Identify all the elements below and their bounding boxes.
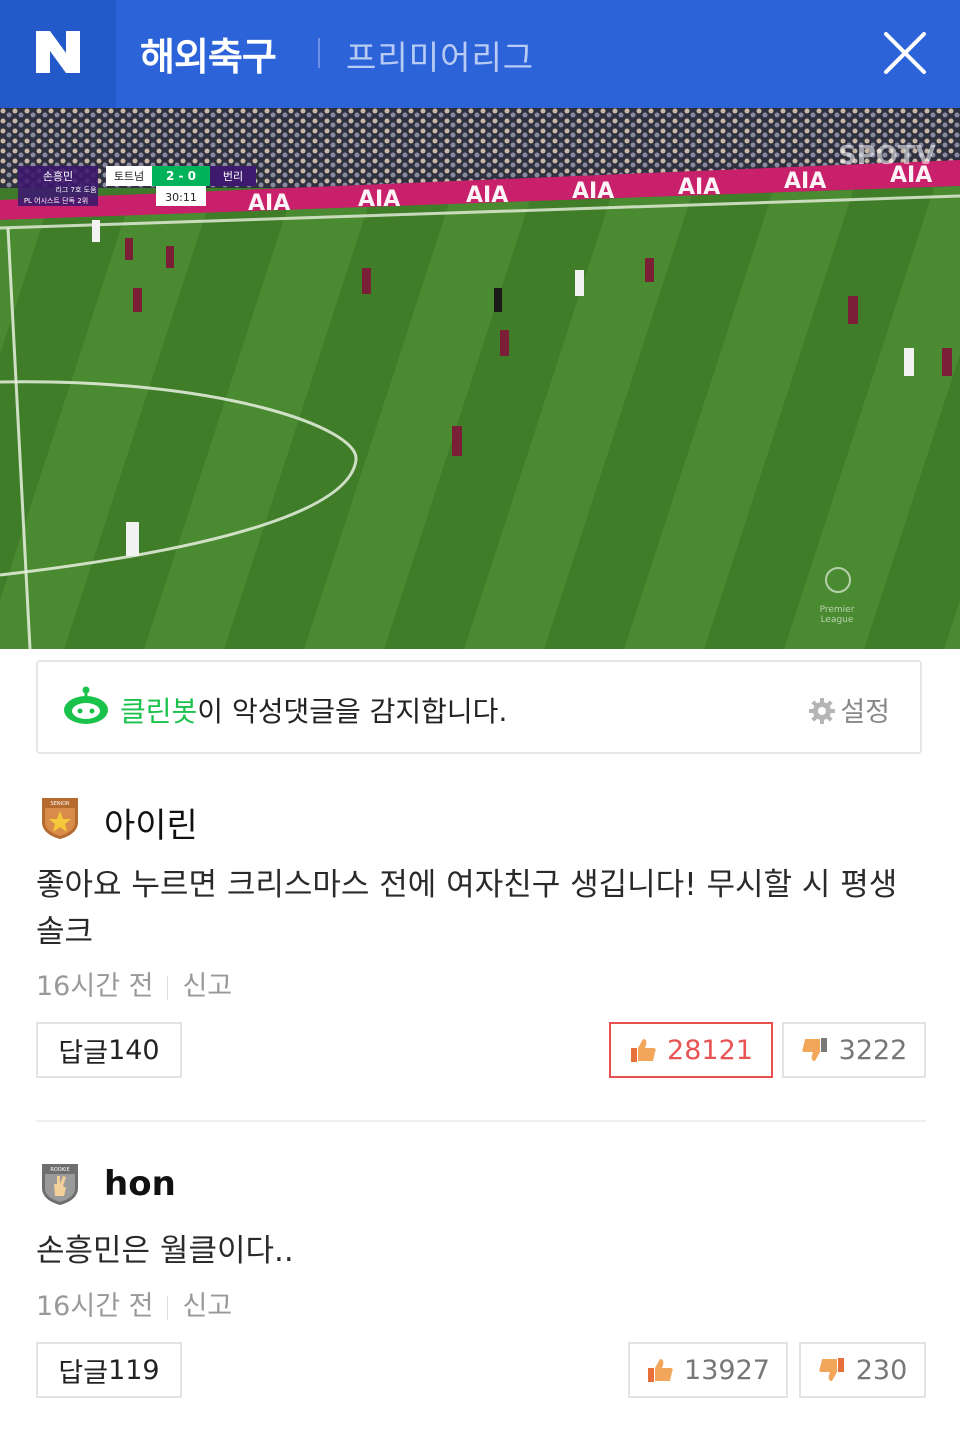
senior-star-badge-icon: SENIOR xyxy=(42,798,78,839)
meta-divider xyxy=(167,1296,169,1320)
dislike-count: 230 xyxy=(855,1354,908,1386)
ad-board-text: AIA xyxy=(784,169,826,194)
cleanbot-text: 이 악성댓글을 감지합니다. xyxy=(197,695,508,728)
comment-time: 16시간 전 xyxy=(36,971,154,1002)
scoreboard-player: 손흥민 xyxy=(43,169,73,183)
ad-board-text: AIA xyxy=(572,179,614,204)
reply-label: 답글 xyxy=(58,1357,109,1389)
header-divider xyxy=(318,38,320,68)
scoreboard-player-note-2: PL 어시스트 단독 2위 xyxy=(24,196,88,205)
comment-divider xyxy=(36,1120,926,1122)
section-title[interactable]: 해외축구 xyxy=(140,26,277,81)
cleanbot-name: 클린봇 xyxy=(120,695,198,728)
scoreboard-score: 2 - 0 xyxy=(166,169,196,183)
naver-n-icon xyxy=(36,31,80,73)
ad-board-text: AIA xyxy=(248,191,290,216)
comment-text: 좋아요 누르면 크리스마스 전에 여자친구 생깁니다! 무시할 시 평생 솔크 xyxy=(36,867,898,950)
settings-label: 설정 xyxy=(840,697,890,728)
comment-time: 16시간 전 xyxy=(36,1291,154,1322)
comment-username[interactable]: hon xyxy=(104,1164,176,1204)
cleanbot-settings-button[interactable]: 설정 xyxy=(808,690,890,729)
gear-icon xyxy=(809,698,836,724)
like-button[interactable]: 28121 xyxy=(609,1022,773,1078)
ad-board-text: AIA xyxy=(358,187,400,212)
reply-label: 답글 xyxy=(58,1037,109,1069)
scoreboard-clock: 30:11 xyxy=(165,191,197,204)
ad-board-text: AIA xyxy=(678,175,720,200)
video-player[interactable]: 손흥민 리그 7호 도움 PL 어시스트 단독 2위 토트넘 2 - 0 번리 … xyxy=(0,108,960,649)
svg-text:ROOKIE: ROOKIE xyxy=(50,1167,69,1173)
cleanbot-message: 클린봇이 악성댓글을 감지합니다. xyxy=(120,690,507,730)
report-link[interactable]: 신고 xyxy=(182,971,232,1002)
svg-text:League: League xyxy=(821,615,854,625)
reply-count: 140 xyxy=(108,1034,160,1066)
scoreboard-away: 번리 xyxy=(223,170,243,183)
ad-board-text: AIA xyxy=(466,183,508,208)
scoreboard-player-note: 리그 7호 도움 xyxy=(55,185,97,194)
svg-text:SENIOR: SENIOR xyxy=(51,801,70,807)
reply-count: 119 xyxy=(108,1354,160,1386)
cleanbot-robot-icon xyxy=(64,686,108,724)
like-count: 13927 xyxy=(684,1354,770,1386)
comment-item: SENIOR 아이린 좋아요 누르면 크리스마스 전에 여자친구 생깁니다! 무… xyxy=(36,790,926,1090)
thumbs-up-icon xyxy=(631,1039,656,1062)
comment-meta: 16시간 전 신고 xyxy=(36,964,232,1003)
comment-username[interactable]: 아이린 xyxy=(104,798,198,847)
meta-divider xyxy=(167,976,169,1000)
comment-item: ROOKIE hon 손흥민은 월클이다.. 16시간 전 신고 답글 119 13… xyxy=(36,1158,926,1408)
thumbs-down-icon xyxy=(819,1358,844,1381)
comment-text: 손흥민은 월클이다.. xyxy=(36,1233,294,1269)
cleanbot-notice: 클린봇이 악성댓글을 감지합니다. 설정 xyxy=(36,660,922,754)
close-icon[interactable] xyxy=(882,30,928,76)
thumbs-up-icon xyxy=(648,1359,673,1382)
dislike-count: 3222 xyxy=(838,1034,908,1066)
report-link[interactable]: 신고 xyxy=(182,1291,232,1322)
svg-text:Premier: Premier xyxy=(820,605,855,615)
match-video-frame: 손흥민 리그 7호 도움 PL 어시스트 단독 2위 토트넘 2 - 0 번리 … xyxy=(0,108,960,649)
like-button[interactable]: 13927 xyxy=(628,1342,788,1398)
rookie-hand-badge-icon: ROOKIE xyxy=(42,1164,78,1205)
broadcaster-watermark: SPOTV xyxy=(838,141,936,171)
reply-button[interactable]: 답글 140 xyxy=(36,1022,182,1078)
scoreboard-home: 토트넘 xyxy=(114,170,144,183)
thumbs-down-icon xyxy=(801,1038,827,1061)
dislike-button[interactable]: 230 xyxy=(799,1342,926,1398)
reply-button[interactable]: 답글 119 xyxy=(36,1342,182,1398)
top-header: 해외축구 프리미어리그 xyxy=(0,0,960,108)
like-count: 28121 xyxy=(667,1034,753,1066)
section-subtitle[interactable]: 프리미어리그 xyxy=(346,31,534,79)
dislike-button[interactable]: 3222 xyxy=(782,1022,926,1078)
comment-meta: 16시간 전 신고 xyxy=(36,1284,232,1323)
naver-logo-button[interactable] xyxy=(0,0,116,108)
